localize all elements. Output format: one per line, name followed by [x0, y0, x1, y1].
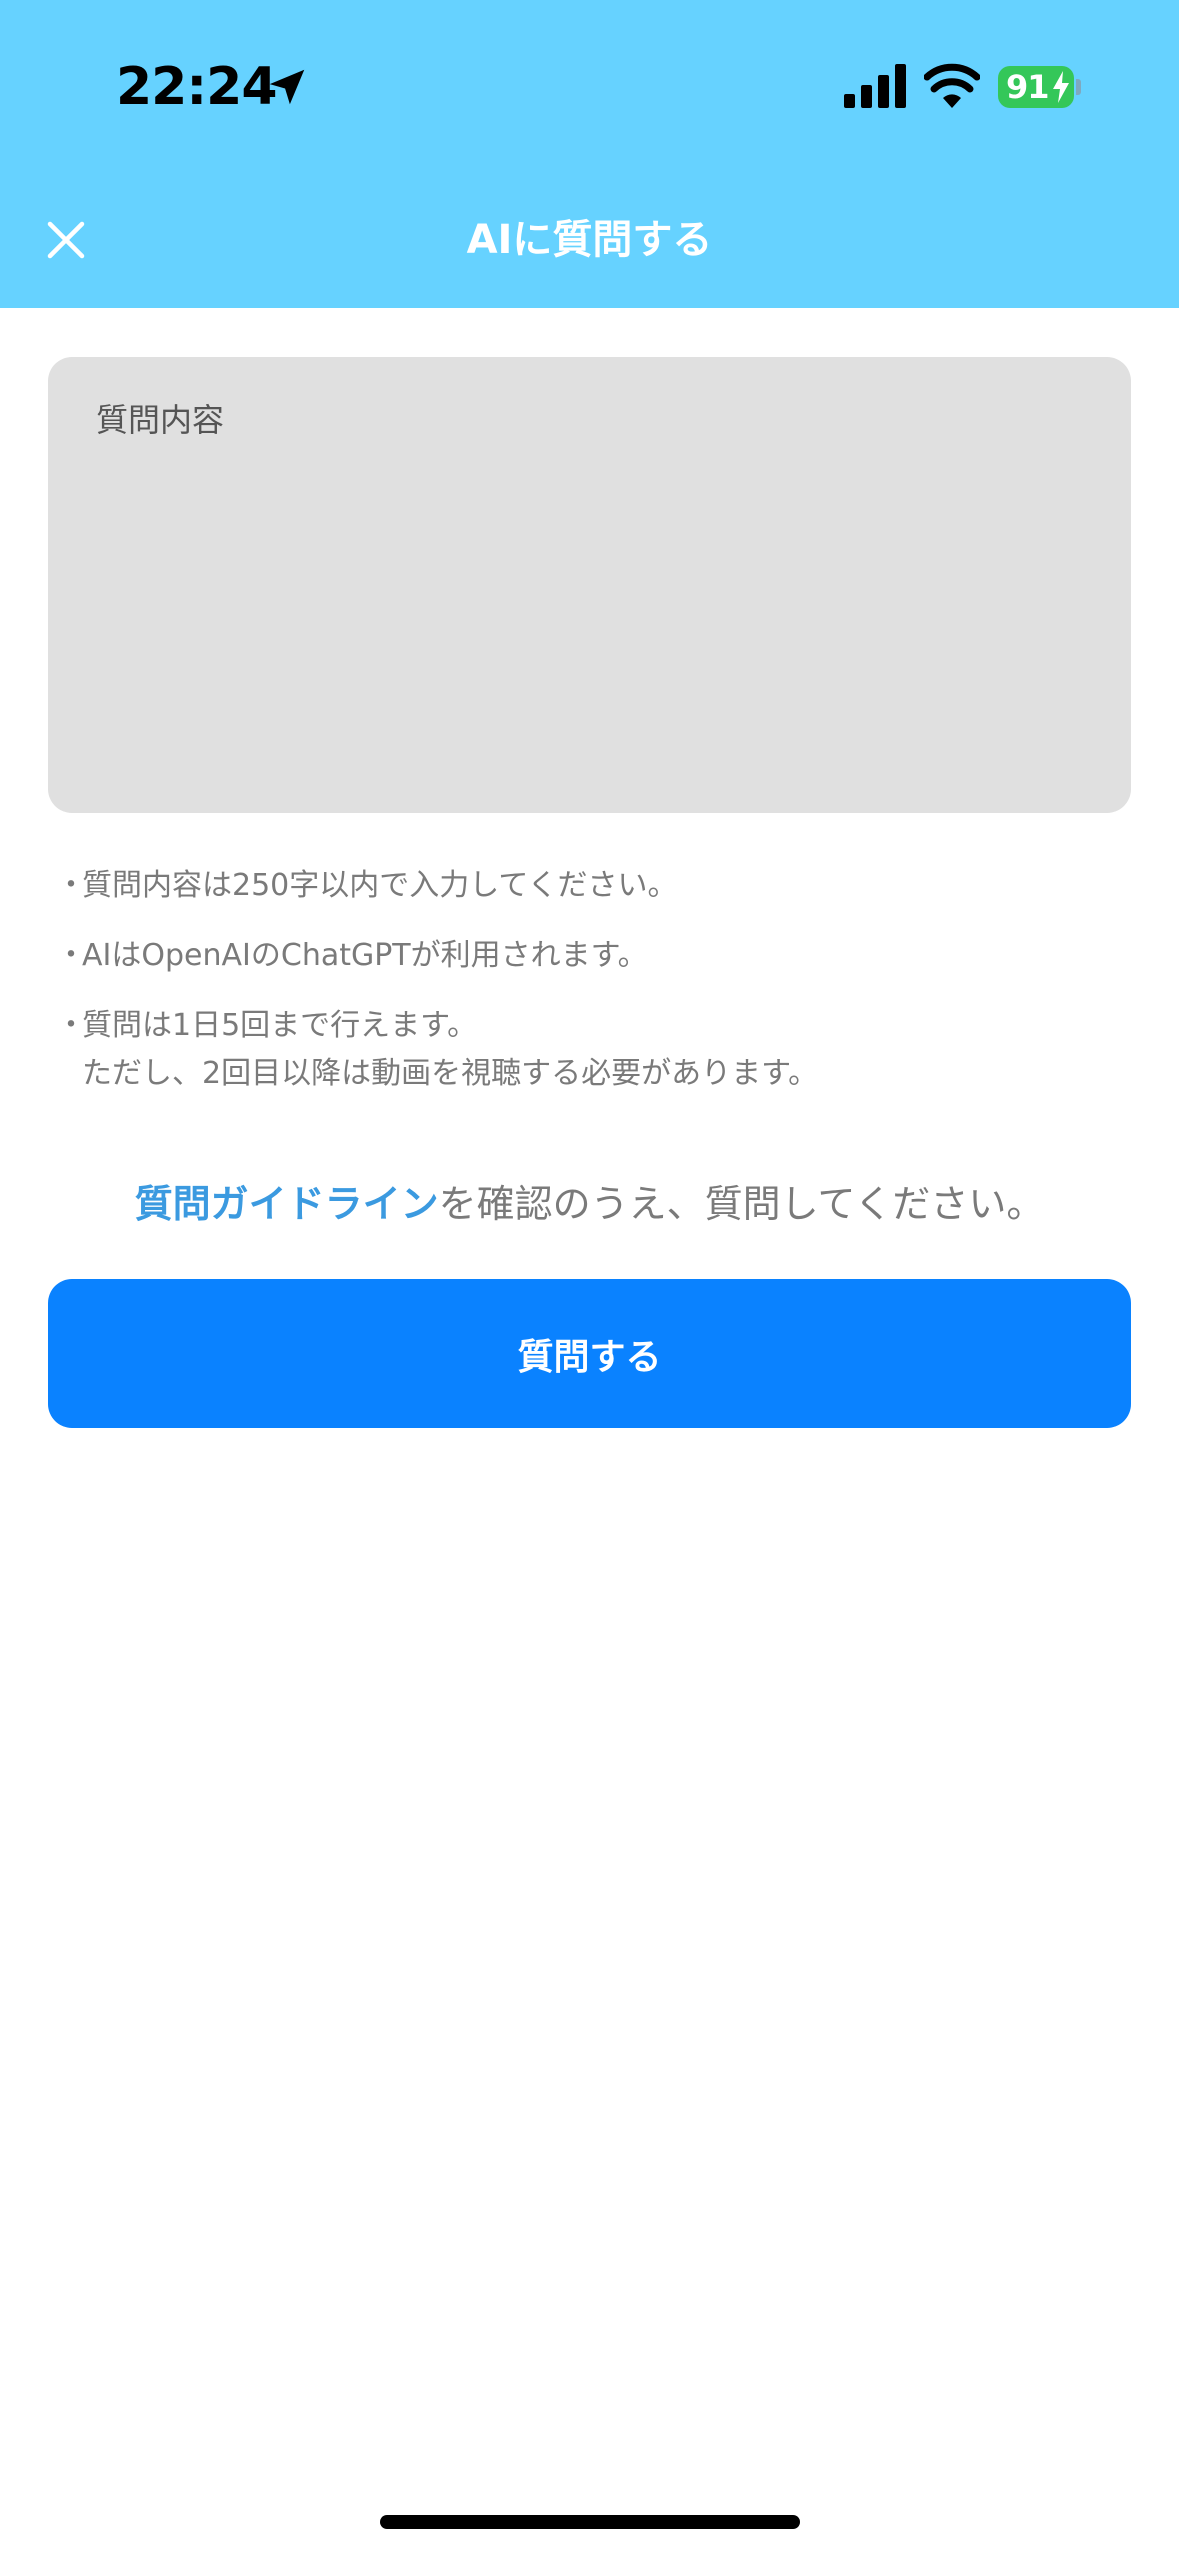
app-header: 22:24 91 AIに質問する [0, 0, 1179, 308]
notes-list: ・ 質問内容は250字以内で入力してください。 ・ AIはOpenAIのChat… [56, 862, 1116, 1120]
guideline-link[interactable]: 質問ガイドライン [135, 1182, 439, 1226]
submit-question-button[interactable]: 質問する [48, 1279, 1131, 1428]
note-bullet: ・ [56, 868, 86, 903]
note-text: AIはOpenAIのChatGPTが利用されます。 [82, 938, 648, 973]
note-item: ・ 質問内容は250字以内で入力してください。 [56, 862, 1116, 910]
battery-tip [1076, 79, 1081, 95]
battery-indicator: 91 [998, 66, 1074, 108]
note-bullet: ・ [56, 1008, 86, 1043]
home-indicator[interactable] [380, 2515, 800, 2529]
charging-bolt-icon [1053, 71, 1069, 103]
guideline-text: を確認のうえ、質問してください。 [438, 1182, 1045, 1226]
note-item: ・ 質問は1日5回まで行えます。 ただし、2回目以降は動画を視聴する必要がありま… [56, 1002, 1116, 1098]
cellular-signal-icon [844, 64, 906, 108]
battery-level: 91 [1006, 68, 1050, 106]
wifi-icon [924, 63, 980, 108]
note-bullet: ・ [56, 938, 86, 973]
location-arrow-icon [269, 69, 305, 105]
note-text: 質問は1日5回まで行えます。 ただし、2回目以降は動画を視聴する必要があります。 [82, 1008, 819, 1091]
submit-button-label: 質問する [517, 1336, 662, 1378]
note-item: ・ AIはOpenAIのChatGPTが利用されます。 [56, 932, 1116, 980]
question-input[interactable] [48, 357, 1131, 813]
status-time: 22:24 [116, 57, 278, 117]
note-text: 質問内容は250字以内で入力してください。 [82, 868, 678, 903]
page-title: AIに質問する [466, 217, 713, 263]
guideline-notice: 質問ガイドラインを確認のうえ、質問してください。 [0, 1176, 1179, 1232]
